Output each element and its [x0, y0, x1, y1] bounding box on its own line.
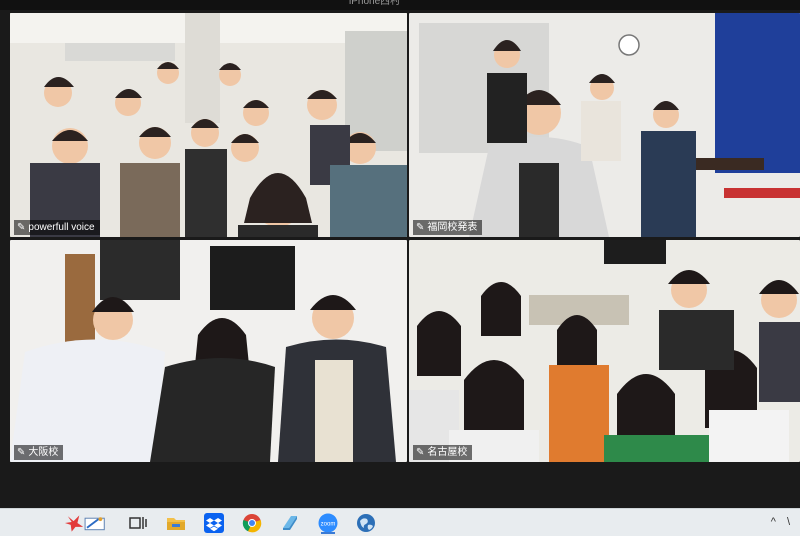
meeting-top-bar: iPhone西村	[0, 0, 800, 10]
file-explorer-icon[interactable]	[164, 511, 188, 534]
pin-icon: ✎	[17, 222, 26, 233]
video-feed-group-photo	[409, 240, 800, 462]
pin-icon: ✎	[17, 447, 26, 458]
document-app-icon[interactable]	[278, 511, 302, 534]
paint-brush-app-icon[interactable]	[62, 511, 112, 534]
participant-name-label: ✎ 福岡校発表	[413, 220, 483, 235]
camera-source-label: iPhone西村	[345, 0, 405, 8]
participant-name: 大阪校	[28, 447, 59, 458]
video-feed-group-photo	[409, 13, 800, 237]
dropbox-icon[interactable]	[202, 511, 226, 534]
system-tray[interactable]: ^ \	[771, 513, 790, 531]
video-tile-nagoya[interactable]: ✎ 名古屋校	[409, 240, 800, 462]
video-feed-group-photo	[10, 240, 407, 462]
tray-overflow-chevron-icon[interactable]: ^	[771, 516, 776, 528]
windows-taskbar: zoom ^ \	[0, 508, 800, 536]
chrome-icon[interactable]	[240, 511, 264, 534]
meeting-bottom-gap	[0, 462, 800, 508]
video-tile-fukuoka[interactable]: ✎ 福岡校発表	[409, 13, 800, 237]
participant-name: 福岡校発表	[427, 222, 478, 233]
task-view-icon[interactable]	[126, 511, 150, 534]
participant-name-label: ✎ 大阪校	[14, 445, 64, 460]
participant-name: 名古屋校	[427, 447, 468, 458]
zoom-icon-label: zoom	[321, 521, 336, 527]
video-feed-group-photo	[10, 13, 407, 237]
participant-name-label: ✎ powerfull voice	[14, 220, 100, 235]
video-tile-powerfull-voice[interactable]: ✎ powerfull voice	[10, 13, 407, 237]
tray-extra-icon[interactable]: \	[787, 516, 790, 528]
participant-name: powerfull voice	[28, 222, 95, 233]
pin-icon: ✎	[416, 222, 425, 233]
video-tile-osaka[interactable]: ✎ 大阪校	[10, 240, 407, 462]
participant-name-label: ✎ 名古屋校	[413, 445, 473, 460]
zoom-icon[interactable]: zoom	[316, 511, 340, 534]
pin-icon: ✎	[416, 447, 425, 458]
globe-app-icon[interactable]	[354, 511, 378, 534]
